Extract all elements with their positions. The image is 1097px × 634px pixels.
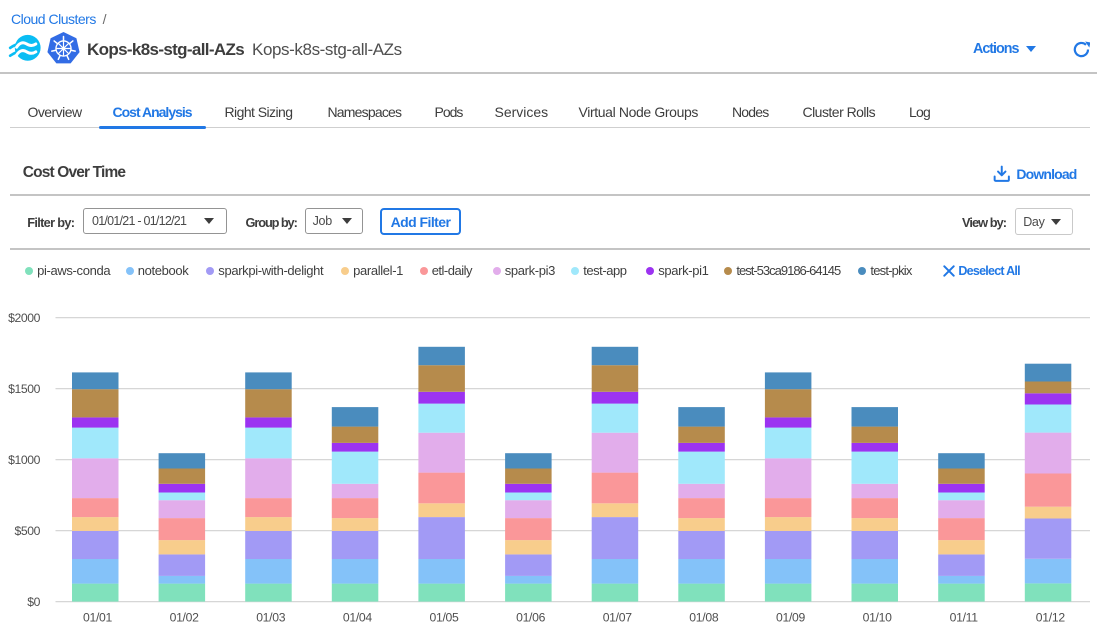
svg-text:$0: $0: [27, 595, 40, 609]
svg-text:$1000: $1000: [8, 453, 41, 467]
svg-text:01/05: 01/05: [430, 611, 460, 625]
svg-text:01/09: 01/09: [776, 611, 806, 625]
svg-text:01/01: 01/01: [83, 611, 113, 625]
svg-text:01/10: 01/10: [863, 611, 893, 625]
svg-text:$500: $500: [14, 524, 40, 538]
svg-text:01/07: 01/07: [603, 611, 633, 625]
svg-text:01/06: 01/06: [516, 611, 546, 625]
svg-text:01/03: 01/03: [256, 611, 286, 625]
svg-text:01/12: 01/12: [1036, 611, 1066, 625]
svg-text:01/08: 01/08: [689, 611, 719, 625]
svg-text:$1500: $1500: [8, 382, 41, 396]
svg-text:01/02: 01/02: [170, 611, 200, 625]
svg-text:01/04: 01/04: [343, 611, 373, 625]
svg-text:$2000: $2000: [8, 311, 41, 325]
svg-text:01/11: 01/11: [950, 611, 979, 625]
